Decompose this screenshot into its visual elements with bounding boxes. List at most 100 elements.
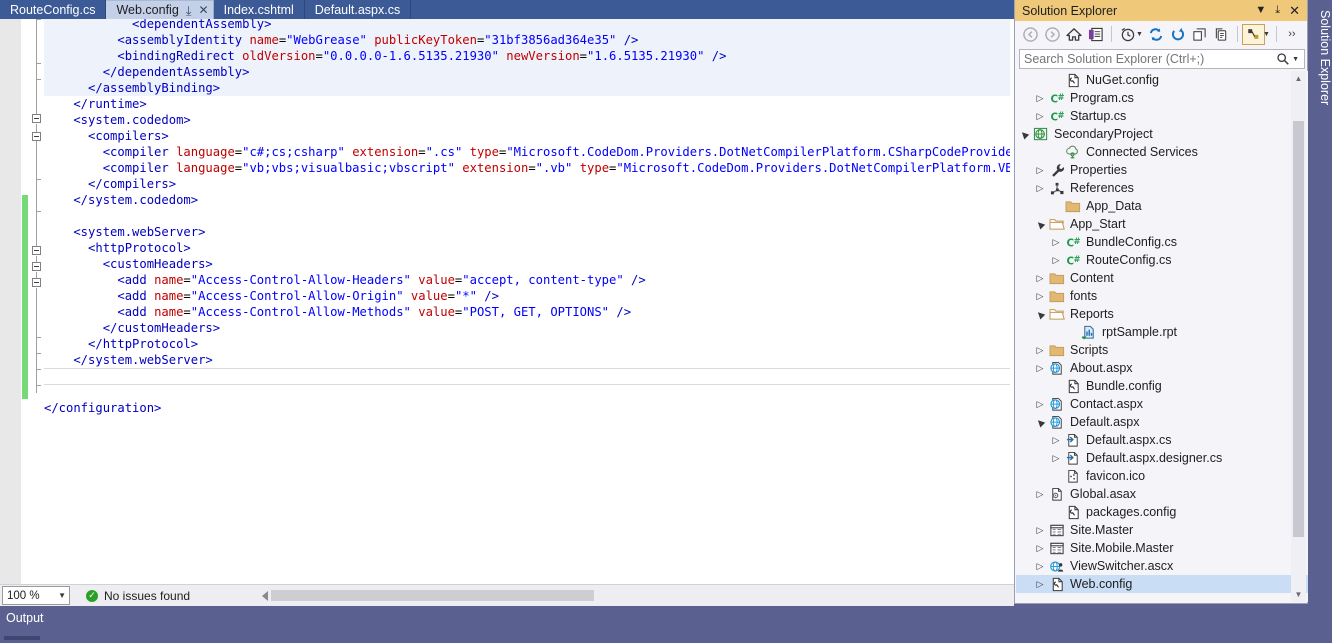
tree-item-connected-services[interactable]: Connected Services [1016, 143, 1308, 161]
tree-item-nuget-config[interactable]: NuGet.config [1016, 71, 1308, 89]
chevron-right-icon[interactable]: ▷ [1032, 363, 1048, 374]
tree-item-references[interactable]: ▷ References [1016, 179, 1308, 197]
chevron-down-icon[interactable]: ▼ [1292, 56, 1299, 63]
tree-item-rptsample-rpt[interactable]: rptSample.rpt [1016, 323, 1308, 341]
zoom-level-selector[interactable]: 100 % ▼ [2, 586, 70, 605]
pin-icon[interactable]: ⤓ [186, 4, 192, 17]
chevron-right-icon[interactable]: ▷ [1048, 255, 1064, 266]
editor-tab-index-cshtml[interactable]: Index.cshtml [213, 0, 305, 19]
editor-tab-routeconfig-cs[interactable]: RouteConfig.cs [0, 0, 107, 19]
code-line[interactable]: <add name="Access-Control-Allow-Headers"… [44, 272, 1010, 288]
chevron-right-icon[interactable]: ▷ [1032, 273, 1048, 284]
code-outlining-margin[interactable] [30, 19, 44, 584]
code-editor[interactable]: <dependentAssembly> <assemblyIdentity na… [0, 19, 1014, 584]
pin-icon[interactable]: ⤓ [1275, 5, 1280, 16]
code-text-area[interactable]: <dependentAssembly> <assemblyIdentity na… [44, 19, 1010, 581]
code-line[interactable]: </customHeaders> [44, 320, 1010, 336]
output-pane[interactable]: Output [0, 606, 1014, 643]
code-line[interactable]: </system.codedom> [44, 192, 1010, 208]
chevron-right-icon[interactable]: ▷ [1048, 453, 1064, 464]
refresh-icon[interactable] [1145, 23, 1167, 45]
close-icon[interactable]: ✕ [1289, 4, 1300, 17]
chevron-right-icon[interactable]: ▷ [1032, 345, 1048, 356]
scroll-left-icon[interactable] [262, 590, 268, 601]
tree-item-bundle-config[interactable]: Bundle.config [1016, 377, 1308, 395]
issue-status[interactable]: ✓ No issues found [86, 589, 190, 603]
chevron-right-icon[interactable]: ▷ [1032, 525, 1048, 536]
search-solution-explorer[interactable]: ▼ [1019, 49, 1305, 69]
properties-icon[interactable] [1241, 23, 1265, 45]
tree-item-routeconfig-cs[interactable]: ▷ C # RouteConfig.cs [1016, 251, 1308, 269]
tree-item-startup-cs[interactable]: ▷ C # Startup.cs [1016, 107, 1308, 125]
pending-changes-icon[interactable] [1116, 23, 1138, 45]
outline-collapse-box[interactable] [32, 278, 41, 287]
chevron-down-icon[interactable]: ◀ [1032, 308, 1048, 320]
solution-explorer-dock-strip[interactable]: Solution Explorer [1308, 0, 1332, 643]
tree-item-web-config[interactable]: ▷ Web.config [1016, 575, 1308, 593]
code-line[interactable]: </httpProtocol> [44, 336, 1010, 352]
toolbar-overflow-icon[interactable]: ›› [1281, 23, 1303, 45]
code-line[interactable]: <add name="Access-Control-Allow-Methods"… [44, 304, 1010, 320]
code-line[interactable]: <dependentAssembly> [44, 19, 1010, 32]
tree-item-favicon-ico[interactable]: favicon.ico [1016, 467, 1308, 485]
chevron-down-icon[interactable]: ◀ [1032, 218, 1048, 230]
code-line[interactable]: </system.webServer> [44, 352, 1010, 368]
code-line[interactable]: <bindingRedirect oldVersion="0.0.0.0-1.6… [44, 48, 1010, 64]
chevron-right-icon[interactable]: ▷ [1032, 183, 1048, 194]
chevron-right-icon[interactable]: ▷ [1032, 489, 1048, 500]
solution-explorer-vertical-tab-label[interactable]: Solution Explorer [1308, 4, 1332, 105]
scroll-down-icon[interactable]: ▼ [1291, 587, 1306, 602]
horizontal-scroll-track[interactable] [271, 590, 594, 601]
chevron-right-icon[interactable]: ▷ [1032, 291, 1048, 302]
tree-item-bundleconfig-cs[interactable]: ▷ C # BundleConfig.cs [1016, 233, 1308, 251]
chevron-right-icon[interactable]: ▷ [1032, 543, 1048, 554]
tree-item-properties[interactable]: ▷ Properties [1016, 161, 1308, 179]
tree-item-packages-config[interactable]: packages.config [1016, 503, 1308, 521]
tree-item-reports[interactable]: ◀ Reports [1016, 305, 1308, 323]
chevron-down-icon[interactable]: ◀ [1032, 416, 1048, 428]
back-icon[interactable] [1019, 23, 1041, 45]
magnifier-icon[interactable] [1276, 52, 1290, 66]
tree-item-site-mobile-master[interactable]: ▷ Site.Mobile.Master [1016, 539, 1308, 557]
chevron-right-icon[interactable]: ▷ [1048, 435, 1064, 446]
code-line[interactable]: </assemblyBinding> [44, 80, 1010, 96]
sync-icon[interactable] [1167, 23, 1189, 45]
search-input[interactable] [1020, 50, 1277, 68]
chevron-right-icon[interactable]: ▷ [1032, 165, 1048, 176]
chevron-right-icon[interactable]: ▷ [1032, 561, 1048, 572]
tree-item-default-aspx[interactable]: ◀ Default.aspx [1016, 413, 1308, 431]
tree-item-default-aspx-cs[interactable]: ▷ Default.aspx.cs [1016, 431, 1308, 449]
code-line[interactable]: <system.codedom> [44, 112, 1010, 128]
code-line[interactable]: <customHeaders> [44, 256, 1010, 272]
tree-item-content[interactable]: ▷ Content [1016, 269, 1308, 287]
editor-tab-default-aspx-cs[interactable]: Default.aspx.cs [304, 0, 412, 19]
chevron-right-icon[interactable]: ▷ [1032, 579, 1048, 590]
chevron-right-icon[interactable]: ▷ [1032, 93, 1048, 104]
outline-collapse-box[interactable] [32, 132, 41, 141]
tree-item-app-data[interactable]: App_Data [1016, 197, 1308, 215]
code-line[interactable]: </compilers> [44, 176, 1010, 192]
tree-item-fonts[interactable]: ▷ fonts [1016, 287, 1308, 305]
outline-collapse-box[interactable] [32, 246, 41, 255]
code-line[interactable]: <assemblyIdentity name="WebGrease" publi… [44, 32, 1010, 48]
forward-icon[interactable] [1041, 23, 1063, 45]
tree-item-viewswitcher-ascx[interactable]: ▷ ViewSwitcher.ascx [1016, 557, 1308, 575]
outline-collapse-box[interactable] [32, 114, 41, 123]
scroll-up-icon[interactable]: ▲ [1291, 71, 1306, 86]
code-line[interactable] [44, 208, 1010, 224]
tree-item-secondaryproject[interactable]: ◀ SecondaryProject [1016, 125, 1308, 143]
code-line[interactable] [44, 384, 1010, 400]
code-line[interactable]: </configuration> [44, 400, 1010, 416]
chevron-down-icon[interactable]: ▼ [1263, 31, 1270, 38]
chevron-down-icon[interactable]: ▼ [1255, 5, 1266, 16]
solution-explorer-view-icon[interactable] [1085, 23, 1107, 45]
solution-explorer-vertical-scrollbar[interactable]: ▲ ▼ [1291, 71, 1306, 602]
editor-tab-web-config[interactable]: Web.config ⤓ ✕ [106, 0, 214, 19]
chevron-right-icon[interactable]: ▷ [1048, 237, 1064, 248]
close-icon[interactable]: ✕ [199, 4, 209, 16]
code-line[interactable]: <add name="Access-Control-Allow-Origin" … [44, 288, 1010, 304]
code-line[interactable]: </runtime> [44, 96, 1010, 112]
show-all-files-icon[interactable] [1211, 23, 1233, 45]
outline-collapse-box[interactable] [32, 262, 41, 271]
scroll-thumb[interactable] [1293, 121, 1304, 537]
